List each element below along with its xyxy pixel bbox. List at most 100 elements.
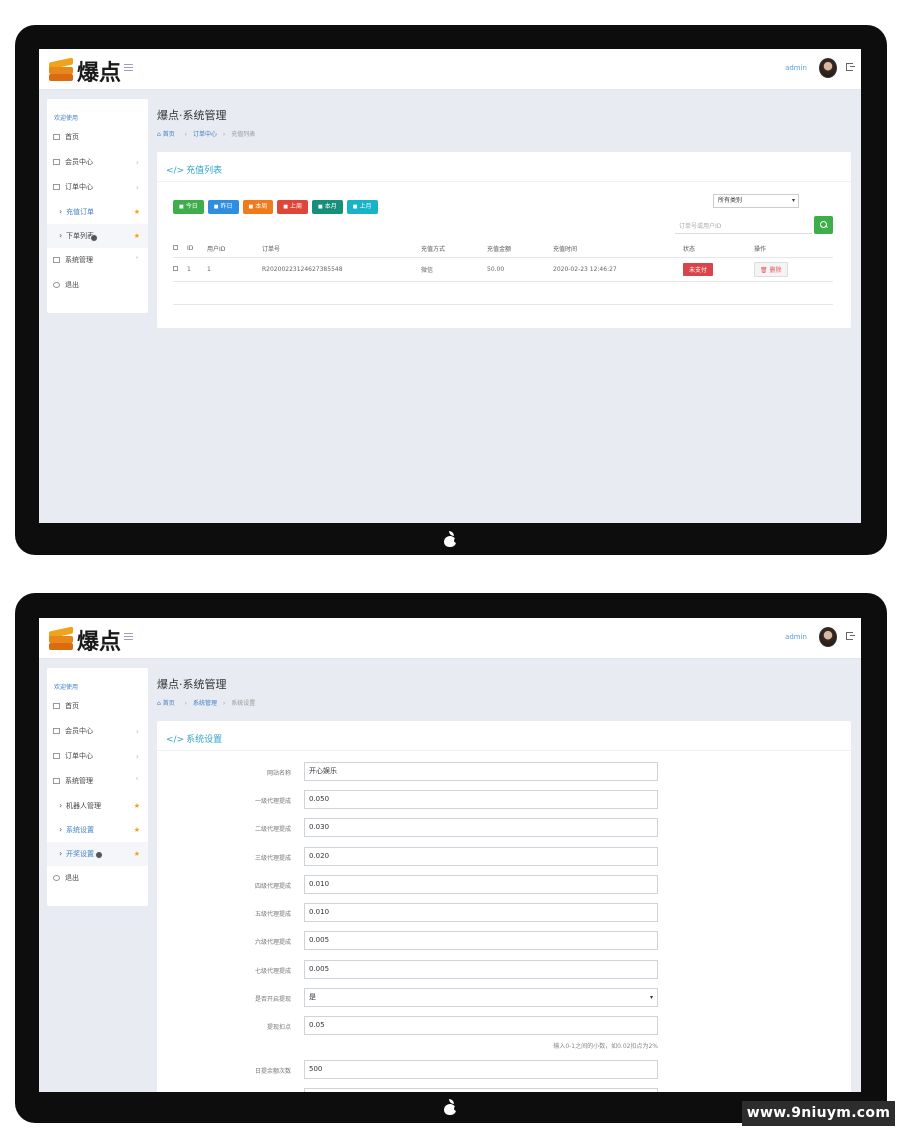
breadcrumb: ⌂ 首页 › 订单中心 › 充值列表	[157, 131, 256, 138]
col-amount: 充值金额	[487, 240, 553, 258]
sidebar-item-lottery-settings[interactable]: 开奖设置★	[47, 842, 148, 866]
logout-icon[interactable]	[846, 632, 855, 640]
level7-commission-input[interactable]: 0.005	[304, 960, 658, 979]
breadcrumb-home[interactable]: ⌂ 首页	[157, 131, 179, 138]
chevron-down-icon: ˅	[135, 256, 139, 265]
sidebar: 欢迎使用 首页 会员中心› 订单中心› 充值订单★ 下单列表★ 系统管理˅ 退出	[47, 99, 148, 313]
brand-name: 爆点	[77, 629, 122, 655]
row-checkbox[interactable]	[173, 265, 178, 271]
username[interactable]: admin	[785, 633, 807, 641]
key-icon	[53, 282, 60, 288]
col-user-id: 用户ID	[207, 240, 262, 258]
form-row-level1: 一级代理提成 0.050	[157, 790, 851, 810]
withdraw-fee-input[interactable]: 0.05	[304, 1016, 658, 1035]
cell-amount: 50.00	[487, 257, 553, 282]
sidebar-item-robots[interactable]: 机器人管理★	[47, 794, 148, 818]
breadcrumb-current: 系统设置	[231, 700, 256, 707]
level2-commission-input[interactable]: 0.030	[304, 818, 658, 837]
avatar[interactable]	[819, 58, 837, 78]
next-field-input[interactable]	[304, 1088, 658, 1092]
form-row-level6: 六级代理提成 0.005	[157, 931, 851, 951]
sidebar-item-recharge-orders[interactable]: 充值订单★	[47, 200, 148, 224]
brand-name: 爆点	[77, 60, 122, 86]
menu-toggle-icon[interactable]	[124, 64, 133, 73]
sidebar-item-system-settings[interactable]: 系统设置★	[47, 818, 148, 842]
settings-icon	[53, 257, 60, 263]
breadcrumb-system[interactable]: 系统管理	[193, 700, 217, 707]
recharge-list-card: </>充值列表 今日昨日本周上周本月上月 所有类别 订单号或用户ID ID 用户…	[157, 152, 851, 328]
form-row-level4: 四级代理提成 0.010	[157, 875, 851, 895]
apple-logo-icon	[441, 531, 459, 549]
star-icon: ★	[133, 826, 140, 834]
page-title: 爆点·系统管理	[157, 678, 227, 691]
delete-button[interactable]: 🗑 删除	[754, 261, 788, 277]
chevron-right-icon: ›	[135, 183, 139, 192]
withdraw-enabled-select[interactable]: 是	[304, 988, 658, 1007]
sidebar-item-system[interactable]: 系统管理 ˅	[47, 248, 148, 273]
breadcrumb-current: 充值列表	[231, 131, 256, 138]
sidebar-item-home[interactable]: 首页	[47, 694, 148, 719]
home-icon	[53, 703, 60, 709]
form-row-withdraw-enabled: 是否开启提现是	[157, 988, 851, 1008]
star-icon: ★	[133, 850, 140, 858]
search-input[interactable]: 订单号或用户ID	[675, 219, 812, 234]
breadcrumb-home[interactable]: ⌂ 首页	[157, 700, 179, 707]
sidebar-item-members[interactable]: 会员中心 ›	[47, 150, 148, 175]
sidebar-item-logout[interactable]: 退出	[47, 866, 148, 891]
screen-order-list: 爆点 admin 欢迎使用 首页 会员中心› 订单中心› 充值订单★ 下单列表★…	[39, 49, 861, 523]
filter-yesterday-button[interactable]: 昨日	[207, 200, 239, 214]
form-row-level7: 七级代理提成 0.005	[157, 960, 851, 980]
sidebar-item-home[interactable]: 首页	[47, 125, 148, 150]
filter-this-month-button[interactable]: 本月	[312, 200, 343, 214]
logo-icon	[49, 625, 73, 651]
chart-icon	[53, 184, 60, 190]
form-row-withdraw-fee: 提现扣点 0.05	[157, 1016, 851, 1036]
level6-commission-input[interactable]: 0.005	[304, 931, 658, 950]
sidebar-item-orders[interactable]: 订单中心 ›	[47, 744, 148, 769]
sidebar-item-order-list[interactable]: 下单列表★	[47, 224, 148, 248]
form-row-level2: 二级代理提成 0.030	[157, 818, 851, 838]
filter-last-week-button[interactable]: 上周	[277, 200, 308, 214]
form-row-level3: 三级代理提成 0.020	[157, 847, 851, 867]
filter-today-button[interactable]: 今日	[173, 200, 204, 214]
sidebar-item-system[interactable]: 系统管理 ˅	[47, 769, 148, 794]
settings-card: </> 系统设置 网站名称 开心娱乐 一级代理提成 0.050 二级代理提成 0.030…	[157, 721, 851, 1092]
home-icon	[53, 134, 60, 140]
sidebar-item-members[interactable]: 会员中心 ›	[47, 719, 148, 744]
category-select[interactable]: 所有类别	[713, 194, 799, 208]
settings-icon	[53, 778, 60, 784]
sidebar-item-orders[interactable]: 订单中心 ›	[47, 175, 148, 200]
filter-this-week-button[interactable]: 本周	[242, 200, 274, 214]
top-bar: 爆点 admin	[39, 49, 861, 90]
username[interactable]: admin	[785, 64, 807, 72]
chevron-down-icon: ˅	[135, 777, 139, 786]
col-order-no: 订单号	[262, 240, 421, 258]
star-icon: ★	[133, 232, 140, 240]
filter-last-month-button[interactable]: 上月	[346, 200, 378, 214]
watermark: www.9niuym.com	[742, 1101, 895, 1126]
sidebar-item-logout[interactable]: 退出	[47, 273, 148, 298]
level1-commission-input[interactable]: 0.050	[304, 790, 658, 809]
site-name-input[interactable]: 开心娱乐	[304, 762, 658, 781]
sidebar-welcome: 欢迎使用	[54, 115, 79, 122]
status-badge: 未支付	[683, 262, 714, 276]
search-button[interactable]	[814, 216, 833, 234]
level4-commission-input[interactable]: 0.010	[304, 875, 658, 894]
monitor-frame-1: 爆点 admin 欢迎使用 首页 会员中心› 订单中心› 充值订单★ 下单列表★…	[15, 25, 887, 555]
level3-commission-input[interactable]: 0.020	[304, 847, 658, 866]
col-action: 操作	[754, 240, 833, 258]
star-icon: ★	[133, 208, 140, 216]
key-icon	[53, 875, 60, 881]
cursor-icon	[95, 851, 103, 859]
top-bar: 爆点 admin	[39, 618, 861, 659]
avatar[interactable]	[819, 627, 837, 647]
col-time: 充值时间	[553, 240, 683, 258]
code-icon: </>	[166, 735, 185, 745]
breadcrumb-order-center[interactable]: 订单中心	[193, 131, 217, 138]
logout-icon[interactable]	[846, 63, 855, 71]
menu-toggle-icon[interactable]	[124, 633, 133, 642]
select-all-checkbox[interactable]	[173, 244, 178, 250]
daily-withdraw-input[interactable]: 500	[304, 1060, 658, 1079]
col-status: 状态	[683, 240, 754, 258]
level5-commission-input[interactable]: 0.010	[304, 903, 658, 922]
